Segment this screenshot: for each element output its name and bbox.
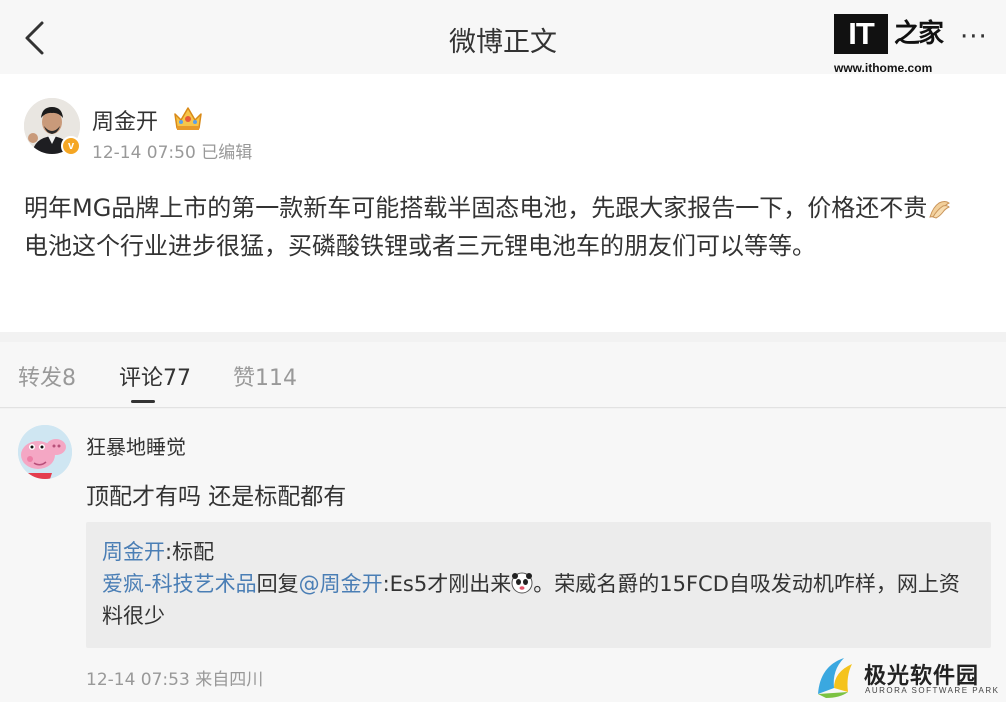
- commenter-avatar[interactable]: [18, 425, 72, 479]
- reply-line-2: 爱疯-科技艺术品回复@周金开:Es5才刚出来 。荣威名爵的15FCD自吸发动机咋…: [102, 568, 975, 632]
- reply-line-1: 周金开:标配: [102, 536, 975, 568]
- reply-user-link[interactable]: 爱疯-科技艺术品: [102, 572, 257, 596]
- crown-badge-icon[interactable]: [172, 104, 204, 132]
- ithome-logo: IT 之家: [834, 14, 944, 54]
- tab-reposts[interactable]: 转发8: [18, 360, 76, 392]
- ithome-logo-it: IT: [834, 14, 888, 54]
- ithome-logo-chars: 之家: [894, 19, 944, 49]
- tab-comments[interactable]: 评论77: [119, 360, 191, 392]
- post-timestamp: 12-14 07:50 已编辑: [92, 143, 253, 163]
- reply-text-before: Es5才刚出来: [389, 572, 512, 596]
- ithome-watermark: IT 之家 www.ithome.com: [832, 10, 952, 76]
- comment-text: 顶配才有吗 还是标配都有: [86, 484, 347, 510]
- post-text-line: 明年MG品牌上市的第一款新车可能搭载半固态电池，先跟大家报告一下，价格还不贵: [24, 189, 990, 227]
- aurora-logo-icon: [818, 658, 852, 698]
- active-tab-indicator: [131, 400, 155, 403]
- peppa-pig-avatar-icon: [18, 425, 72, 479]
- verified-badge: v: [61, 136, 81, 156]
- mention-link[interactable]: @周金开: [299, 572, 383, 596]
- reply-text: 标配: [172, 540, 215, 564]
- comment-timestamp: 12-14 07:53 来自四川: [86, 670, 264, 690]
- more-options-icon[interactable]: ···: [960, 22, 988, 52]
- commenter-name[interactable]: 狂暴地睡觉: [86, 431, 186, 460]
- reply-action: 回复: [256, 572, 299, 596]
- post-tabs: 转发8 评论77 赞114: [0, 342, 1006, 408]
- praying-hands-emoji-icon: [929, 201, 951, 219]
- tab-likes[interactable]: 赞114: [233, 360, 297, 392]
- author-name[interactable]: 周金开: [92, 104, 158, 136]
- top-nav-bar: 微博正文 IT 之家 www.ithome.com ···: [0, 0, 1006, 76]
- reply-separator: :: [382, 572, 390, 596]
- aurora-subtitle: AURORA SOFTWARE PARK: [865, 686, 1000, 695]
- panda-face-emoji-icon: [511, 572, 533, 594]
- post-text-line-1: 明年MG品牌上市的第一款新车可能搭载半固态电池，先跟大家报告一下，价格还不贵: [24, 194, 928, 222]
- aurora-watermark: 极光软件园 AURORA SOFTWARE PARK: [814, 652, 1004, 702]
- post-text-line-2: 电池这个行业进步很猛，买磷酸铁锂或者三元锂电池车的朋友们可以等等。: [24, 232, 816, 260]
- ithome-url: www.ithome.com: [834, 61, 933, 75]
- weibo-post: v 周金开 12-14 07:50 已编辑 明年MG品牌上市的第一款新车可能搭载…: [0, 74, 1006, 332]
- reply-box[interactable]: 周金开:标配 爱疯-科技艺术品回复@周金开:Es5才刚出来 。荣威名爵的15FC…: [86, 522, 991, 648]
- post-content: 明年MG品牌上市的第一款新车可能搭载半固态电池，先跟大家报告一下，价格还不贵 电…: [24, 189, 990, 265]
- reply-user-link[interactable]: 周金开: [102, 540, 165, 564]
